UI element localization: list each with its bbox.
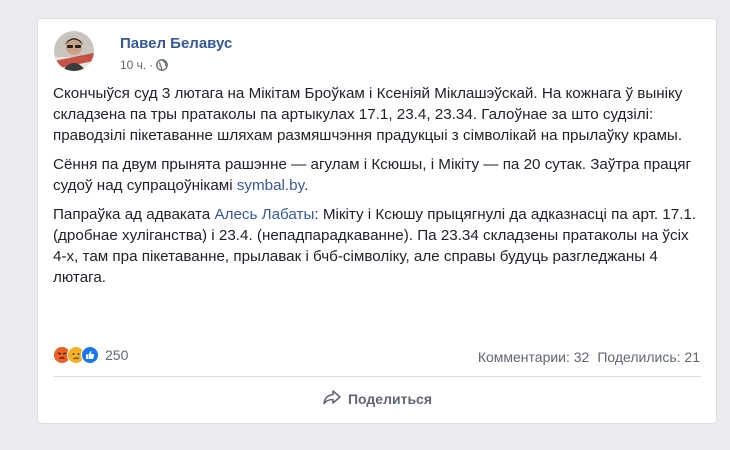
author-name[interactable]: Павел Белавус <box>120 35 232 52</box>
divider <box>53 376 701 377</box>
paragraph-3-start: Папраўка ад адваката <box>53 206 215 223</box>
paragraph-2-text: Сёння па двум прынята рашэнне — агулам і… <box>53 156 692 194</box>
lawyer-profile-link[interactable]: Алесь Лабаты <box>214 206 314 223</box>
reactions-summary[interactable]: 250 <box>53 346 128 364</box>
avatar[interactable] <box>54 31 94 71</box>
globe-icon[interactable] <box>156 59 169 71</box>
post-card: Павел Белавус 10 ч. · Скончыўся суд 3 лю… <box>37 18 717 424</box>
shares-count[interactable]: Поделились: 21 <box>597 349 700 365</box>
reactions-count[interactable]: 250 <box>105 347 128 363</box>
post-body: Скончыўся суд 3 лютага на Мікітам Броўка… <box>53 83 703 296</box>
meta-separator: · <box>149 58 154 72</box>
share-button[interactable]: Поделиться <box>38 389 716 408</box>
share-label: Поделиться <box>347 390 433 407</box>
post-meta: 10 ч. · <box>120 58 169 72</box>
paragraph-3: Папраўка ад адваката Алесь Лабаты: Мікіт… <box>53 204 703 288</box>
comments-count[interactable]: Комментарии: 32 <box>478 349 590 365</box>
share-arrow-icon <box>322 389 342 408</box>
post-time[interactable]: 10 ч. <box>120 58 146 72</box>
paragraph-2: Сёння па двум прынята рашэнне — агулам і… <box>53 154 703 196</box>
paragraph-1: Скончыўся суд 3 лютага на Мікітам Броўка… <box>53 85 683 144</box>
like-icon <box>81 346 99 364</box>
symbal-link[interactable]: symbal.by <box>237 177 304 194</box>
paragraph-2-end: . <box>304 177 309 194</box>
post-stats: Комментарии: 32 Поделились: 21 <box>478 349 700 365</box>
